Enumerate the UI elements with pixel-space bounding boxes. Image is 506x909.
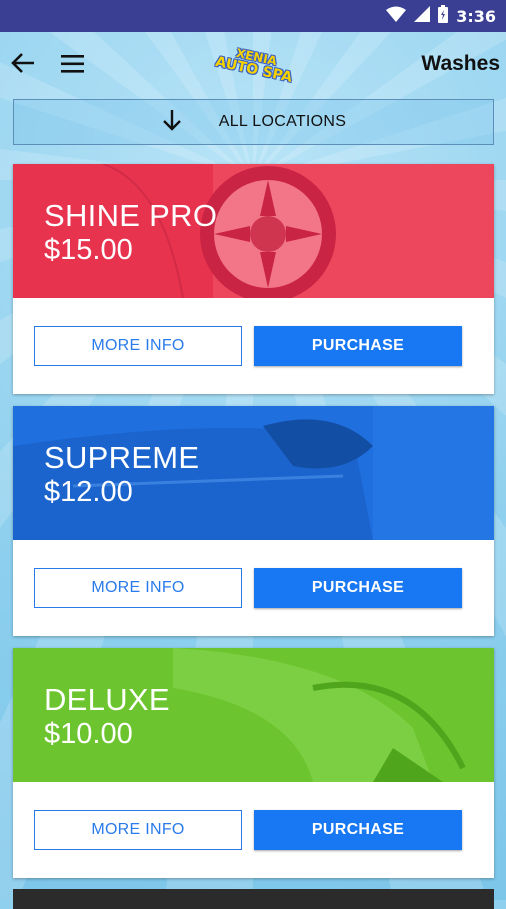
wash-card-deluxe: DELUXE $10.00 MORE INFO PURCHASE [13,648,494,878]
more-info-button[interactable]: MORE INFO [34,568,242,608]
wash-card-supreme: SUPREME $12.00 MORE INFO PURCHASE [13,406,494,636]
wifi-icon [386,6,407,27]
more-info-button[interactable]: MORE INFO [34,326,242,366]
wash-name: DELUXE [44,682,170,717]
status-time: 3:36 [456,6,496,26]
wash-banner: DELUXE $10.00 [13,648,494,782]
purchase-button[interactable]: PURCHASE [254,568,462,608]
location-filter-button[interactable]: ALL LOCATIONS [13,99,494,145]
signal-icon [414,5,431,27]
app-bar: XENIA AUTO SPA Washes [0,32,506,96]
wash-card-partial [13,889,494,909]
wash-card-shine-pro: SHINE PRO $15.00 MORE INFO PURCHASE [13,164,494,394]
arrow-down-icon [161,108,183,137]
status-bar: 3:36 [0,0,506,32]
wash-price: $12.00 [44,476,133,508]
wash-banner: SHINE PRO $15.00 [13,164,494,298]
brand-logo: XENIA AUTO SPA [211,34,298,94]
wash-price: $15.00 [44,234,133,266]
purchase-button[interactable]: PURCHASE [254,810,462,850]
purchase-button[interactable]: PURCHASE [254,326,462,366]
wash-price: $10.00 [44,718,133,750]
wash-banner: SUPREME $12.00 [13,406,494,540]
location-filter-label: ALL LOCATIONS [218,113,347,130]
more-info-button[interactable]: MORE INFO [34,810,242,850]
hamburger-menu-icon[interactable] [60,52,86,76]
page-title: Washes [421,52,500,75]
battery-icon [438,4,449,28]
wash-name: SUPREME [44,440,200,475]
wash-name: SHINE PRO [44,198,218,233]
arrow-left-icon[interactable] [10,50,36,76]
